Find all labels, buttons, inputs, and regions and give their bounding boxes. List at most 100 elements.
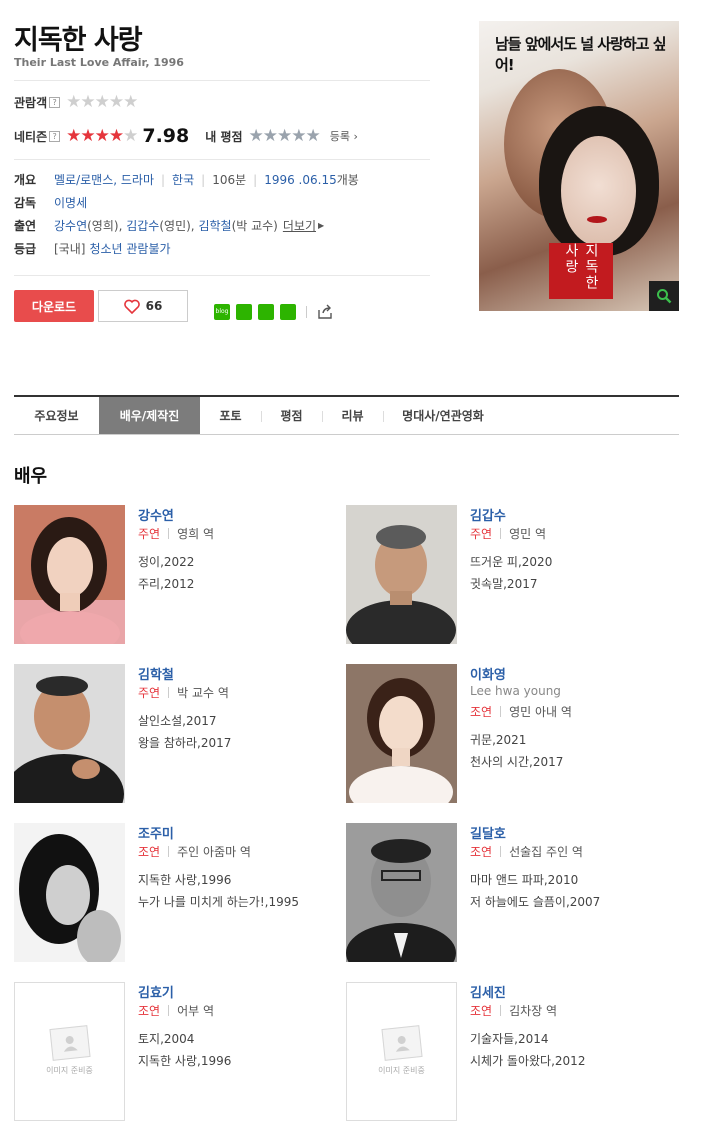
info-row-grade: 등급 [국내] 청소년 관람불가	[14, 240, 171, 257]
release-date-link[interactable]: 1996 .06.15	[264, 173, 337, 187]
audience-label: 관람객	[14, 95, 48, 110]
filmography-item[interactable]: 뜨거운 피,2020	[470, 551, 552, 573]
movie-subtitle: Their Last Love Affair, 1996	[14, 56, 184, 69]
tab-quotes[interactable]: 명대사/연관영화	[383, 397, 503, 434]
actor-name[interactable]: 김세진	[470, 982, 506, 1001]
filmography-item[interactable]: 토지,2004	[138, 1028, 231, 1050]
bookmark-share-icon[interactable]	[258, 304, 274, 320]
genre-link[interactable]: 멜로/로맨스, 드라마	[54, 171, 154, 188]
my-rating-stars[interactable]: ★★★★★	[249, 126, 321, 146]
share-bar: blog	[214, 304, 333, 320]
filmography-item[interactable]: 살인소설,2017	[138, 710, 231, 732]
zoom-button[interactable]	[649, 281, 679, 311]
tab-main-info[interactable]: 주요정보	[14, 397, 99, 434]
actor-name[interactable]: 강수연	[138, 505, 174, 524]
actor-role: 조연 영민 아내 역	[470, 703, 572, 720]
actor-name[interactable]: 조주미	[138, 823, 174, 842]
netizen-rating: 네티즌 ? ★★★★★ 7.98 내 평점 ★★★★★ 등록 ›	[14, 125, 358, 147]
cast-link[interactable]: 김갑수	[126, 217, 159, 234]
netizen-stars: ★★★★★	[66, 126, 138, 146]
tab-cast-crew[interactable]: 배우/제작진	[99, 397, 200, 434]
role-name: 영희 역	[177, 527, 215, 541]
director-link[interactable]: 이명세	[54, 194, 87, 211]
chevron-right-icon: ›	[353, 130, 358, 143]
download-button[interactable]: 다운로드	[14, 290, 94, 322]
filmography-item[interactable]: 누가 나를 미치게 하는가!,1995	[138, 891, 299, 913]
content-tabs: 주요정보 배우/제작진 포토 평점 리뷰 명대사/연관영화	[14, 395, 679, 435]
actor-photo[interactable]	[346, 823, 457, 962]
actor-name[interactable]: 김효기	[138, 982, 174, 1001]
filmography: 귀문,2021 천사의 시간,2017	[470, 729, 563, 773]
tab-photo[interactable]: 포토	[200, 397, 261, 434]
cast-link[interactable]: 김학철	[198, 217, 231, 234]
actor-card: 길달호 조연 선술집 주인 역 마마 앤드 파파,2010 저 하늘에도 슬픔이,200…	[346, 823, 676, 963]
actor-card: 조주미조연 주인 아줌마 역지독한 사랑,1996 누가 나를 미치게 하는가!,1…	[14, 823, 344, 963]
country-link[interactable]: 한국	[172, 171, 194, 188]
actor-photo[interactable]	[14, 505, 125, 644]
filmography-item[interactable]: 왕을 참하라,2017	[138, 732, 231, 754]
role-type: 조연	[470, 845, 493, 859]
image-placeholder-icon	[380, 1025, 423, 1061]
filmography-item[interactable]: 천사의 시간,2017	[470, 751, 563, 773]
filmography: 살인소설,2017 왕을 참하라,2017	[138, 710, 231, 754]
actor-photo[interactable]: 이미지 준비중	[14, 982, 125, 1121]
filmography-item[interactable]: 주리,2012	[138, 573, 194, 595]
like-button[interactable]: 66	[98, 290, 188, 322]
filmography-item[interactable]: 마마 앤드 파파,2010	[470, 869, 600, 891]
role-name: 주인 아줌마 역	[177, 845, 251, 859]
grade-link[interactable]: 청소년 관람불가	[89, 240, 170, 257]
actor-role: 조연 어부 역	[138, 1002, 214, 1019]
divider	[14, 80, 430, 81]
triangle-right-icon: ▶	[318, 221, 325, 230]
filmography-item[interactable]: 저 하늘에도 슬픔이,2007	[470, 891, 600, 913]
share-icon[interactable]	[317, 304, 333, 320]
blog-share-icon[interactable]: blog	[214, 304, 230, 320]
role-type: 주연	[138, 527, 161, 541]
actor-photo[interactable]	[14, 823, 125, 962]
filmography-item[interactable]: 정이,2022	[138, 551, 194, 573]
actor-name[interactable]: 길달호	[470, 823, 506, 842]
my-rating-label: 내 평점	[205, 129, 243, 144]
actor-photo[interactable]	[346, 664, 457, 803]
tab-rating[interactable]: 평점	[261, 397, 322, 434]
movie-poster[interactable]: 남들 앞에서도 널 사랑하고 싶어! 지독한사랑	[479, 21, 679, 311]
actor-name[interactable]: 김학철	[138, 664, 174, 683]
help-icon[interactable]: ?	[49, 96, 61, 108]
actor-photo[interactable]	[14, 664, 125, 803]
filmography-item[interactable]: 시체가 돌아왔다,2012	[470, 1050, 585, 1072]
actor-name[interactable]: 김갑수	[470, 505, 506, 524]
actor-role: 조연 주인 아줌마 역	[138, 843, 251, 860]
cafe-share-icon[interactable]	[236, 304, 252, 320]
actor-english-name: Lee hwa young	[470, 684, 561, 698]
role-type: 조연	[138, 845, 161, 859]
filmography-item[interactable]: 귀문,2021	[470, 729, 563, 751]
role-type: 조연	[470, 1004, 493, 1018]
filmography-item[interactable]: 기술자들,2014	[470, 1028, 585, 1050]
filmography-item[interactable]: 귓속말,2017	[470, 573, 552, 595]
actor-photo[interactable]: 이미지 준비중	[346, 982, 457, 1121]
netizen-label: 네티즌	[14, 129, 48, 144]
filmography: 뜨거운 피,2020 귓속말,2017	[470, 551, 552, 595]
register-link[interactable]: 등록 ›	[330, 128, 358, 144]
info-row-overview: 개요 멜로/로맨스, 드라마 | 한국 | 106분 | 1996 .06.15…	[14, 171, 359, 188]
placeholder-text: 이미지 준비중	[378, 1066, 425, 1075]
cast-link[interactable]: 강수연	[54, 217, 87, 234]
help-icon[interactable]: ?	[49, 130, 61, 142]
actor-role: 주연 영희 역	[138, 525, 214, 542]
placeholder-text: 이미지 준비중	[46, 1066, 93, 1075]
info-row-director: 감독 이명세	[14, 194, 88, 211]
filmography-item[interactable]: 지독한 사랑,1996	[138, 1050, 231, 1072]
actor-name[interactable]: 이화영	[470, 664, 506, 683]
memo-share-icon[interactable]	[280, 304, 296, 320]
info-row-cast: 출연 강수연 (영희), 김갑수 (영민), 김학철 (박 교수) 더보기 ▶	[14, 217, 325, 234]
actor-card: 김학철 주연 박 교수 역 살인소설,2017 왕을 참하라,2017	[14, 664, 344, 804]
actor-role: 조연 김차장 역	[470, 1002, 557, 1019]
filmography-item[interactable]: 지독한 사랑,1996	[138, 869, 299, 891]
audience-stars: ★★★★★	[66, 92, 138, 112]
section-title: 배우	[14, 466, 48, 487]
tab-review[interactable]: 리뷰	[322, 397, 383, 434]
more-link[interactable]: 더보기	[283, 217, 316, 234]
netizen-score: 7.98	[142, 125, 190, 147]
actor-photo[interactable]	[346, 505, 457, 644]
actor-card: 이화영 Lee hwa young 조연 영민 아내 역귀문,2021 천사의 시간,2…	[346, 664, 676, 804]
